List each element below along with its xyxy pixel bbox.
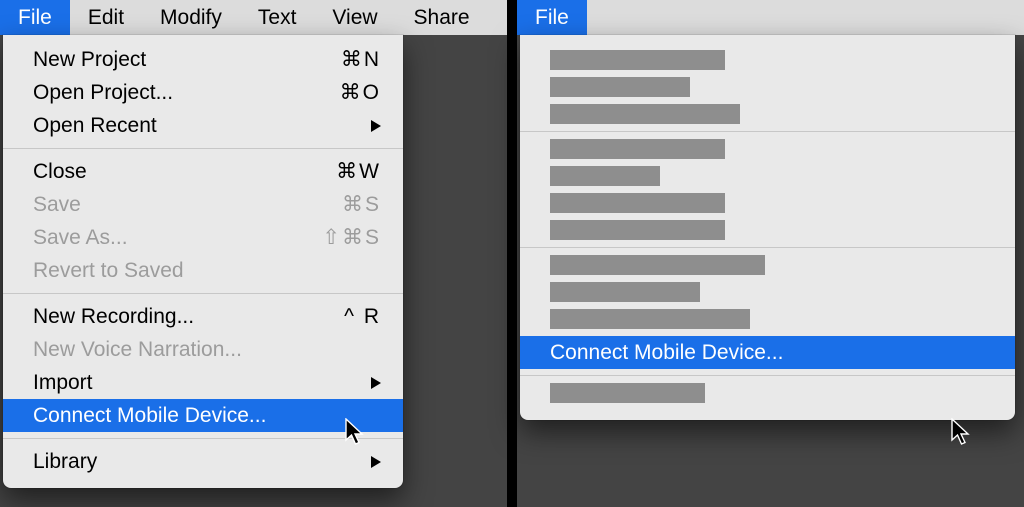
menu-item-placeholder bbox=[550, 50, 725, 70]
menu-item-library[interactable]: Library bbox=[3, 445, 403, 478]
menubar-item-share[interactable]: Share bbox=[396, 0, 488, 35]
menu-item-import[interactable]: Import bbox=[3, 366, 403, 399]
menu-item-label: Save bbox=[33, 193, 81, 217]
menubar-item-file[interactable]: File bbox=[0, 0, 70, 35]
submenu-arrow-icon bbox=[371, 120, 381, 132]
menubar-item-file[interactable]: File bbox=[517, 0, 587, 35]
menu-item-placeholder bbox=[550, 77, 690, 97]
menu-item-shortcut: ⌘S bbox=[342, 192, 381, 217]
menu-item-open-project[interactable]: Open Project... ⌘O bbox=[3, 76, 403, 109]
menu-item-connect-mobile-device[interactable]: Connect Mobile Device... bbox=[3, 399, 403, 432]
menu-item-new-recording[interactable]: New Recording... ^ R bbox=[3, 300, 403, 333]
left-panel: FileEditModifyTextViewShare New Project ⌘… bbox=[0, 0, 507, 507]
menu-item-placeholder bbox=[550, 220, 725, 240]
menu-item-save: Save ⌘S bbox=[3, 188, 403, 221]
right-panel: File Connect Mobile Device... bbox=[517, 0, 1024, 507]
menu-item-shortcut: ^ R bbox=[344, 305, 381, 329]
menu-item-label: Revert to Saved bbox=[33, 259, 184, 283]
menu-item-placeholder bbox=[550, 383, 705, 403]
menu-item-label: New Project bbox=[33, 48, 146, 72]
menu-item-label: Connect Mobile Device... bbox=[550, 341, 783, 365]
menu-item-label: Open Project... bbox=[33, 81, 173, 105]
menu-item-label: New Voice Narration... bbox=[33, 338, 242, 362]
menubar-right: File bbox=[517, 0, 1024, 35]
menubar-item-modify[interactable]: Modify bbox=[142, 0, 240, 35]
menubar-left: FileEditModifyTextViewShare bbox=[0, 0, 507, 35]
menu-item-placeholder bbox=[550, 282, 700, 302]
menu-item-label: Close bbox=[33, 160, 87, 184]
menu-item-placeholder bbox=[550, 255, 765, 275]
file-menu-dropdown-left: New Project ⌘N Open Project... ⌘O Open Recen… bbox=[3, 35, 403, 488]
menu-separator bbox=[3, 293, 403, 294]
menu-item-label: Connect Mobile Device... bbox=[33, 404, 266, 428]
menu-item-placeholder bbox=[550, 104, 740, 124]
menu-item-save-as: Save As... ⇧⌘S bbox=[3, 221, 403, 254]
menu-item-placeholder bbox=[550, 139, 725, 159]
menu-separator bbox=[520, 131, 1015, 132]
menu-item-placeholder bbox=[550, 193, 725, 213]
menu-item-shortcut: ⌘N bbox=[341, 47, 381, 72]
menu-separator bbox=[3, 438, 403, 439]
menu-item-placeholder bbox=[550, 309, 750, 329]
menu-item-new-voice-narration: New Voice Narration... bbox=[3, 333, 403, 366]
submenu-arrow-icon bbox=[371, 456, 381, 468]
menu-separator bbox=[520, 375, 1015, 376]
file-menu-dropdown-right: Connect Mobile Device... bbox=[520, 35, 1015, 420]
menu-item-close[interactable]: Close ⌘W bbox=[3, 155, 403, 188]
menu-item-label: Open Recent bbox=[33, 114, 157, 138]
menu-item-label: Import bbox=[33, 371, 93, 395]
menu-item-shortcut: ⇧⌘S bbox=[322, 225, 381, 250]
menu-item-placeholder bbox=[550, 166, 660, 186]
menu-item-shortcut: ⌘O bbox=[340, 80, 381, 105]
submenu-arrow-icon bbox=[371, 377, 381, 389]
menu-separator bbox=[520, 247, 1015, 248]
menu-item-connect-mobile-device[interactable]: Connect Mobile Device... bbox=[520, 336, 1015, 369]
menu-item-label: New Recording... bbox=[33, 305, 194, 329]
menubar-item-view[interactable]: View bbox=[314, 0, 395, 35]
menu-item-open-recent[interactable]: Open Recent bbox=[3, 109, 403, 142]
menubar-item-edit[interactable]: Edit bbox=[70, 0, 142, 35]
menu-item-label: Save As... bbox=[33, 226, 128, 250]
menu-separator bbox=[3, 148, 403, 149]
menu-item-revert-to-saved: Revert to Saved bbox=[3, 254, 403, 287]
cursor-icon bbox=[951, 418, 971, 446]
menubar-item-text[interactable]: Text bbox=[240, 0, 315, 35]
menu-item-shortcut: ⌘W bbox=[336, 159, 381, 184]
menu-item-label: Library bbox=[33, 450, 97, 474]
menu-item-new-project[interactable]: New Project ⌘N bbox=[3, 43, 403, 76]
